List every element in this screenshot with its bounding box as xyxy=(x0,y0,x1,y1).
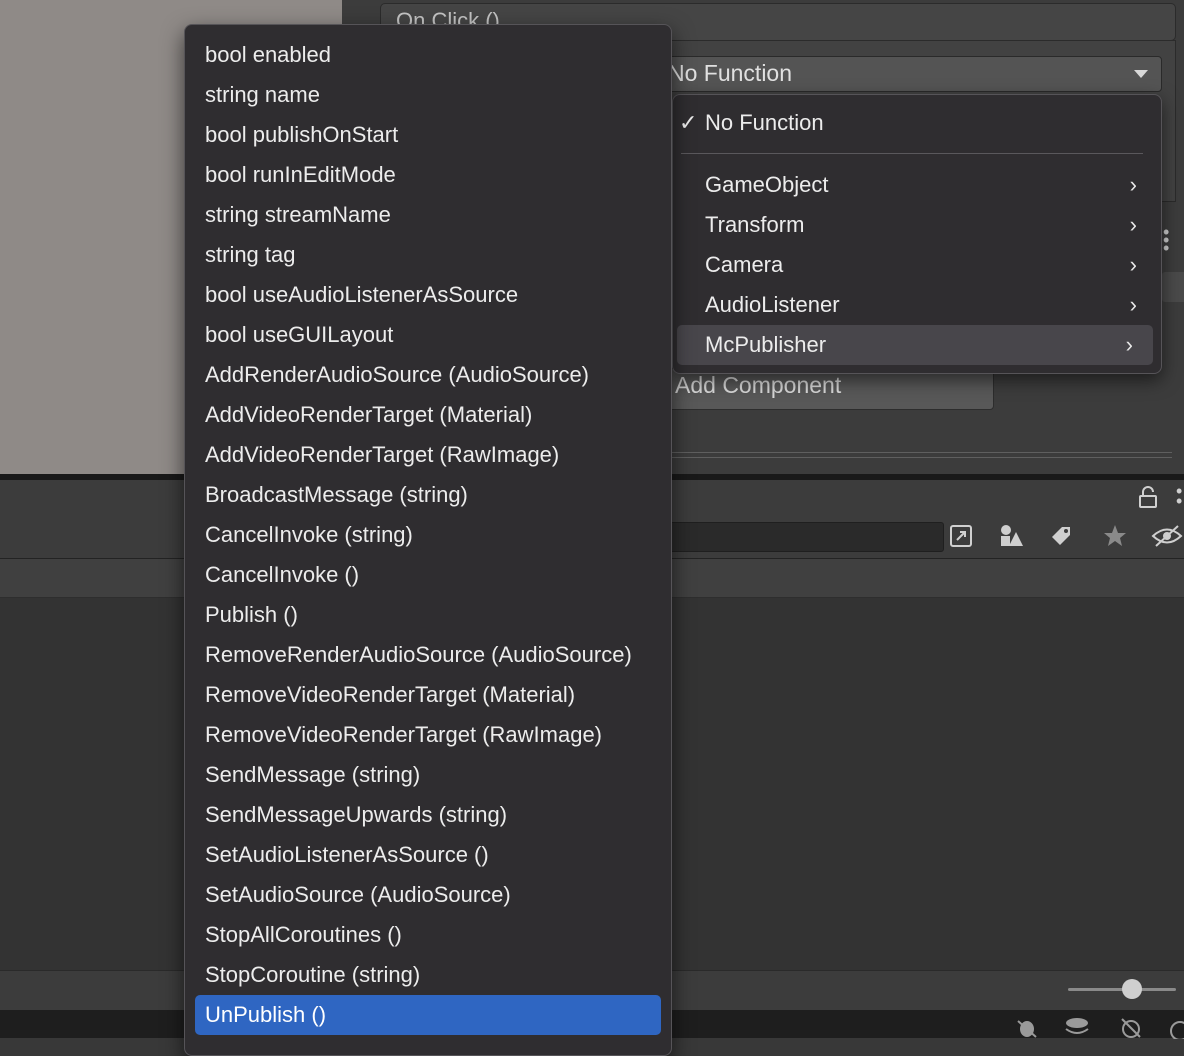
menu-item-label: SendMessageUpwards (string) xyxy=(205,802,508,827)
menu-item-label: CancelInvoke () xyxy=(205,562,360,587)
menu-item[interactable]: bool runInEditMode xyxy=(195,155,661,195)
menu-item-label: AudioListener xyxy=(705,292,840,317)
menu-item[interactable]: RemoveVideoRenderTarget (Material) xyxy=(195,675,661,715)
menu-item-label: AddVideoRenderTarget (Material) xyxy=(205,402,533,427)
zoom-slider-handle[interactable] xyxy=(1122,979,1142,999)
menu-item[interactable]: Publish () xyxy=(195,595,661,635)
menu-item[interactable]: SendMessageUpwards (string) xyxy=(195,795,661,835)
chevron-right-icon: › xyxy=(1129,252,1137,277)
menu-item-label: GameObject xyxy=(705,172,829,197)
menu-item-selected[interactable]: UnPublish () xyxy=(195,995,661,1035)
chevron-right-icon: › xyxy=(1129,172,1137,197)
menu-item[interactable]: RemoveRenderAudioSource (AudioSource) xyxy=(195,635,661,675)
menu-item-mcpublisher[interactable]: McPublisher › xyxy=(677,325,1153,365)
menu-item[interactable]: bool useGUILayout xyxy=(195,315,661,355)
menu-item-label: RemoveVideoRenderTarget (Material) xyxy=(205,682,576,707)
network-icon[interactable] xyxy=(1116,1015,1146,1039)
menu-item-label: RemoveVideoRenderTarget (RawImage) xyxy=(205,722,603,747)
menu-item[interactable]: string name xyxy=(195,75,661,115)
function-dropdown-value: No Function xyxy=(668,60,793,86)
menu-item-label: string name xyxy=(205,82,320,107)
divider xyxy=(660,457,1172,458)
menu-item-label: AddVideoRenderTarget (RawImage) xyxy=(205,442,560,467)
menu-item[interactable]: AddVideoRenderTarget (Material) xyxy=(195,395,661,435)
dropdown-arrow-icon xyxy=(1134,70,1148,78)
menu-item-label: string streamName xyxy=(205,202,391,227)
chevron-right-icon: › xyxy=(1125,332,1133,357)
menu-item-label: bool useAudioListenerAsSource xyxy=(205,282,519,307)
function-submenu: ✓ No Function GameObject › Transform › C… xyxy=(672,94,1162,374)
menu-item-audiolistener[interactable]: AudioListener › xyxy=(673,285,1161,325)
menu-item[interactable]: string tag xyxy=(195,235,661,275)
menu-item-label: Transform xyxy=(705,212,805,237)
debug-icon[interactable] xyxy=(1012,1015,1042,1039)
shapes-icon[interactable] xyxy=(994,520,1028,552)
menu-item-label: BroadcastMessage (string) xyxy=(205,482,468,507)
menu-item[interactable]: BroadcastMessage (string) xyxy=(195,475,661,515)
menu-item-label: string tag xyxy=(205,242,296,267)
menu-item-label: bool publishOnStart xyxy=(205,122,399,147)
menu-item-label: bool runInEditMode xyxy=(205,162,396,187)
menu-item[interactable]: AddRenderAudioSource (AudioSource) xyxy=(195,355,661,395)
menu-item-gameobject[interactable]: GameObject › xyxy=(673,165,1161,205)
menu-item[interactable]: SetAudioListenerAsSource () xyxy=(195,835,661,875)
add-component-label: Add Component xyxy=(675,372,842,398)
menu-item-label: McPublisher xyxy=(705,332,827,357)
menu-item-label: AddRenderAudioSource (AudioSource) xyxy=(205,362,590,387)
kebab-icon[interactable]: • • xyxy=(1176,482,1182,510)
check-circle-icon[interactable] xyxy=(1162,1015,1184,1039)
menu-item-label: SetAudioSource (AudioSource) xyxy=(205,882,511,907)
menu-item[interactable]: SendMessage (string) xyxy=(195,755,661,795)
lock-icon[interactable] xyxy=(1138,486,1158,508)
menu-separator xyxy=(681,153,1143,154)
menu-item[interactable]: bool useAudioListenerAsSource xyxy=(195,275,661,315)
menu-item-label: StopAllCoroutines () xyxy=(205,922,402,947)
menu-item-transform[interactable]: Transform › xyxy=(673,205,1161,245)
chevron-right-icon: › xyxy=(1129,292,1137,317)
search-input[interactable] xyxy=(660,522,944,552)
checkmark-icon: ✓ xyxy=(679,110,698,135)
hidden-eye-icon[interactable] xyxy=(1150,520,1184,552)
menu-item-label: Publish () xyxy=(205,602,298,627)
menu-item[interactable]: SetAudioSource (AudioSource) xyxy=(195,875,661,915)
menu-item-label: CancelInvoke (string) xyxy=(205,522,413,547)
menu-item[interactable]: bool publishOnStart xyxy=(195,115,661,155)
menu-item-label: No Function xyxy=(705,110,824,135)
menu-item-label: RemoveRenderAudioSource (AudioSource) xyxy=(205,642,632,667)
menu-item[interactable]: AddVideoRenderTarget (RawImage) xyxy=(195,435,661,475)
view-icon[interactable] xyxy=(944,520,978,552)
menu-item[interactable]: bool enabled xyxy=(195,35,661,75)
menu-item-label: StopCoroutine (string) xyxy=(205,962,421,987)
divider xyxy=(660,452,1172,453)
menu-item[interactable]: string streamName xyxy=(195,195,661,235)
menu-item-label: bool useGUILayout xyxy=(205,322,394,347)
menu-item-label: SetAudioListenerAsSource () xyxy=(205,842,489,867)
menu-item[interactable]: CancelInvoke (string) xyxy=(195,515,661,555)
menu-item[interactable]: StopCoroutine (string) xyxy=(195,955,661,995)
menu-item-label: bool enabled xyxy=(205,42,332,67)
menu-item-label: SendMessage (string) xyxy=(205,762,421,787)
member-menu: bool enabled string name bool publishOnS… xyxy=(184,24,672,1056)
menu-item[interactable]: StopAllCoroutines () xyxy=(195,915,661,955)
menu-item-label: Camera xyxy=(705,252,784,277)
layers-icon[interactable] xyxy=(1062,1015,1092,1039)
kebab-icon[interactable]: • • • xyxy=(1163,223,1169,257)
menu-item[interactable]: RemoveVideoRenderTarget (RawImage) xyxy=(195,715,661,755)
tag-icon[interactable] xyxy=(1044,520,1078,552)
chevron-right-icon: › xyxy=(1129,212,1137,237)
menu-item[interactable]: CancelInvoke () xyxy=(195,555,661,595)
menu-item-label: UnPublish () xyxy=(205,1002,327,1027)
star-icon[interactable] xyxy=(1098,520,1132,552)
side-field[interactable] xyxy=(1162,272,1184,302)
menu-item-no-function[interactable]: ✓ No Function xyxy=(673,103,1161,143)
menu-item-camera[interactable]: Camera › xyxy=(673,245,1161,285)
